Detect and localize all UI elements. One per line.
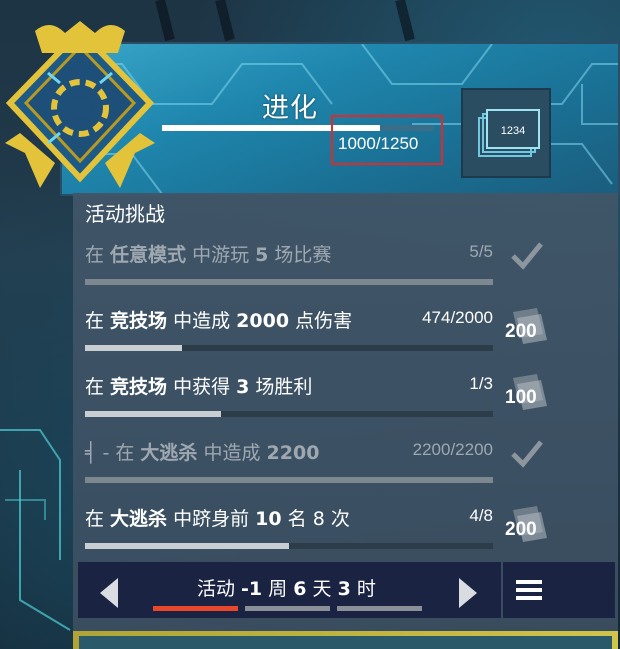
challenge-prefix: 在 — [85, 310, 111, 332]
challenge-progress-fill — [85, 411, 221, 417]
check-icon — [511, 440, 543, 468]
challenge-text: ╡ - 在 大逃杀 中造成 2200 — [85, 438, 319, 465]
challenge-row[interactable]: 在 大逃杀 中跻身前 10 名 8 次 4/8 200 — [85, 504, 605, 564]
challenge-prefix: 在 — [85, 244, 111, 266]
challenge-amount: 3 — [236, 376, 250, 398]
challenge-prefix: 在 — [85, 376, 111, 398]
challenge-count: 1/3 — [469, 374, 493, 393]
challenge-text: 在 任意模式 中游玩 5 场比赛 — [85, 240, 331, 267]
challenge-suffix: 场比赛 — [268, 244, 332, 266]
timer-label: 活动 — [197, 578, 242, 600]
reward-card-icon: 1234 — [478, 109, 540, 157]
challenge-count: 4/8 — [469, 506, 493, 525]
challenge-progress-bar — [85, 345, 493, 351]
page-indicator-3[interactable] — [337, 606, 422, 611]
challenge-count: 2200/2200 — [412, 440, 493, 459]
challenge-heading: 活动挑战 — [85, 202, 165, 226]
challenge-mode: 大逃杀 — [140, 442, 198, 464]
challenge-suffix: 场胜利 — [249, 376, 313, 398]
chevron-left-icon[interactable] — [98, 578, 120, 608]
timer-hours: 3 — [337, 578, 351, 600]
challenge-progress-fill — [85, 279, 493, 285]
challenge-text: 在 竞技场 中造成 2000 点伤害 — [85, 306, 352, 333]
page-indicator-1[interactable] — [153, 606, 238, 611]
menu-button[interactable] — [503, 562, 615, 618]
challenge-action: 中游玩 — [186, 244, 256, 266]
challenge-progress-bar — [85, 543, 493, 549]
event-timer: 活动 -1 周 6 天 3 时 — [197, 574, 376, 601]
challenge-amount: 2000 — [236, 310, 290, 332]
event-title: 进化 — [262, 93, 318, 124]
reward-value: 200 — [505, 519, 537, 540]
challenge-progress-fill — [85, 477, 493, 483]
timer-nav: 活动 -1 周 6 天 3 时 — [78, 562, 501, 618]
reward-card-label: 1234 — [501, 125, 525, 137]
challenge-progress-fill — [85, 543, 289, 549]
timer-week-unit: 周 — [262, 578, 294, 600]
challenge-text: 在 大逃杀 中跻身前 10 名 8 次 — [85, 504, 350, 531]
challenge-suffix: 名 8 次 — [281, 508, 350, 530]
challenge-action: 中获得 — [167, 376, 237, 398]
challenge-row[interactable]: ╡ - 在 大逃杀 中造成 2200 2200/2200 — [85, 438, 605, 498]
challenge-text: 在 竞技场 中获得 3 场胜利 — [85, 372, 312, 399]
page-indicator-2[interactable] — [245, 606, 330, 611]
challenge-action: 中跻身前 — [167, 508, 256, 530]
challenge-count: 5/5 — [469, 242, 493, 261]
challenge-progress-fill — [85, 345, 182, 351]
timer-days: 6 — [293, 578, 307, 600]
challenge-progress-bar — [85, 279, 493, 285]
challenge-progress-bar — [85, 411, 493, 417]
timer-hour-unit: 时 — [350, 578, 376, 600]
challenge-prefix: ╡ - 在 — [85, 442, 141, 464]
menu-icon — [516, 580, 542, 600]
challenge-count: 474/2000 — [422, 308, 493, 327]
challenge-action: 中造成 — [197, 442, 267, 464]
challenge-progress-bar — [85, 477, 493, 483]
challenge-mode: 竞技场 — [110, 376, 168, 398]
challenge-row[interactable]: 在 竞技场 中造成 2000 点伤害 474/2000 200 — [85, 306, 605, 366]
challenge-amount: 10 — [255, 508, 282, 530]
challenge-amount: 2200 — [266, 442, 320, 464]
chevron-right-icon[interactable] — [457, 578, 479, 608]
timer-weeks: -1 — [241, 578, 263, 600]
challenge-suffix: 点伤害 — [289, 310, 353, 332]
reward-value: 100 — [505, 387, 537, 408]
challenge-action: 中造成 — [167, 310, 237, 332]
challenge-row[interactable]: 在 任意模式 中游玩 5 场比赛 5/5 — [85, 240, 605, 300]
emblem-icon — [0, 13, 160, 198]
timer-day-unit: 天 — [306, 578, 338, 600]
challenge-row[interactable]: 在 竞技场 中获得 3 场胜利 1/3 100 — [85, 372, 605, 432]
reward-value: 200 — [505, 321, 537, 342]
challenge-mode: 任意模式 — [110, 244, 187, 266]
reward-card[interactable]: 1234 — [461, 88, 551, 178]
progress-highlight-box — [331, 115, 443, 165]
challenge-amount: 5 — [255, 244, 269, 266]
challenge-prefix: 在 — [85, 508, 111, 530]
challenge-mode: 竞技场 — [110, 310, 168, 332]
next-panel-edge — [73, 631, 618, 649]
check-icon — [511, 242, 543, 270]
challenge-mode: 大逃杀 — [110, 508, 168, 530]
